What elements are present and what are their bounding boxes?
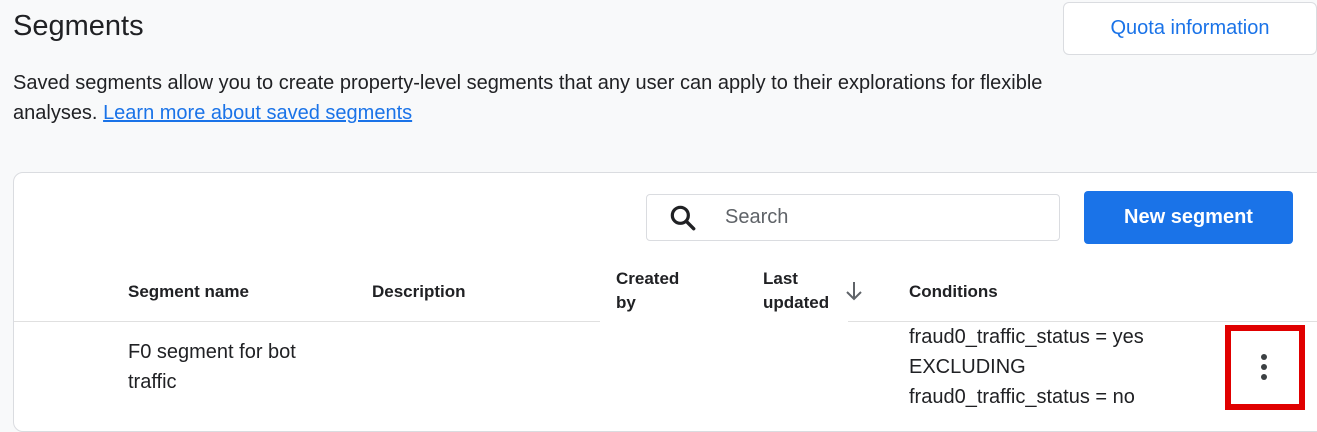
new-segment-button[interactable]: New segment [1084, 191, 1293, 244]
page-description: Saved segments allow you to create prope… [13, 68, 1043, 128]
condition-line: fraud0_traffic_status = no [909, 386, 1135, 408]
more-vert-icon[interactable] [1252, 352, 1276, 382]
column-header-last-updated[interactable]: Last updated [763, 267, 829, 315]
condition-line: fraud0_traffic_status = yes [909, 326, 1144, 348]
row-segment-name: F0 segment for bot traffic [128, 337, 296, 397]
column-header-segment-name[interactable]: Segment name [128, 280, 249, 304]
page-title: Segments [13, 10, 144, 42]
column-header-created-by[interactable]: Created by [616, 267, 679, 315]
quota-information-button[interactable]: Quota information [1063, 2, 1317, 55]
search-box[interactable] [646, 194, 1060, 241]
segment-name-line1: F0 segment for bot [128, 341, 296, 363]
created-by-label-line1: Created [616, 269, 680, 288]
segment-name-line2: traffic [128, 371, 177, 393]
last-updated-label-line1: Last [763, 269, 798, 288]
search-icon [670, 205, 696, 230]
learn-more-link[interactable]: Learn more about saved segments [103, 102, 412, 124]
arrow-down-icon[interactable] [842, 279, 866, 303]
redacted-area [600, 318, 848, 410]
last-updated-label-line2: updated [763, 293, 830, 312]
row-conditions: fraud0_traffic_status = yes EXCLUDING fr… [909, 322, 1144, 412]
search-input[interactable] [723, 205, 1027, 230]
created-by-label-line2: by [616, 293, 636, 312]
column-header-description[interactable]: Description [372, 280, 466, 304]
column-header-conditions[interactable]: Conditions [909, 280, 998, 304]
condition-line: EXCLUDING [909, 356, 1026, 378]
